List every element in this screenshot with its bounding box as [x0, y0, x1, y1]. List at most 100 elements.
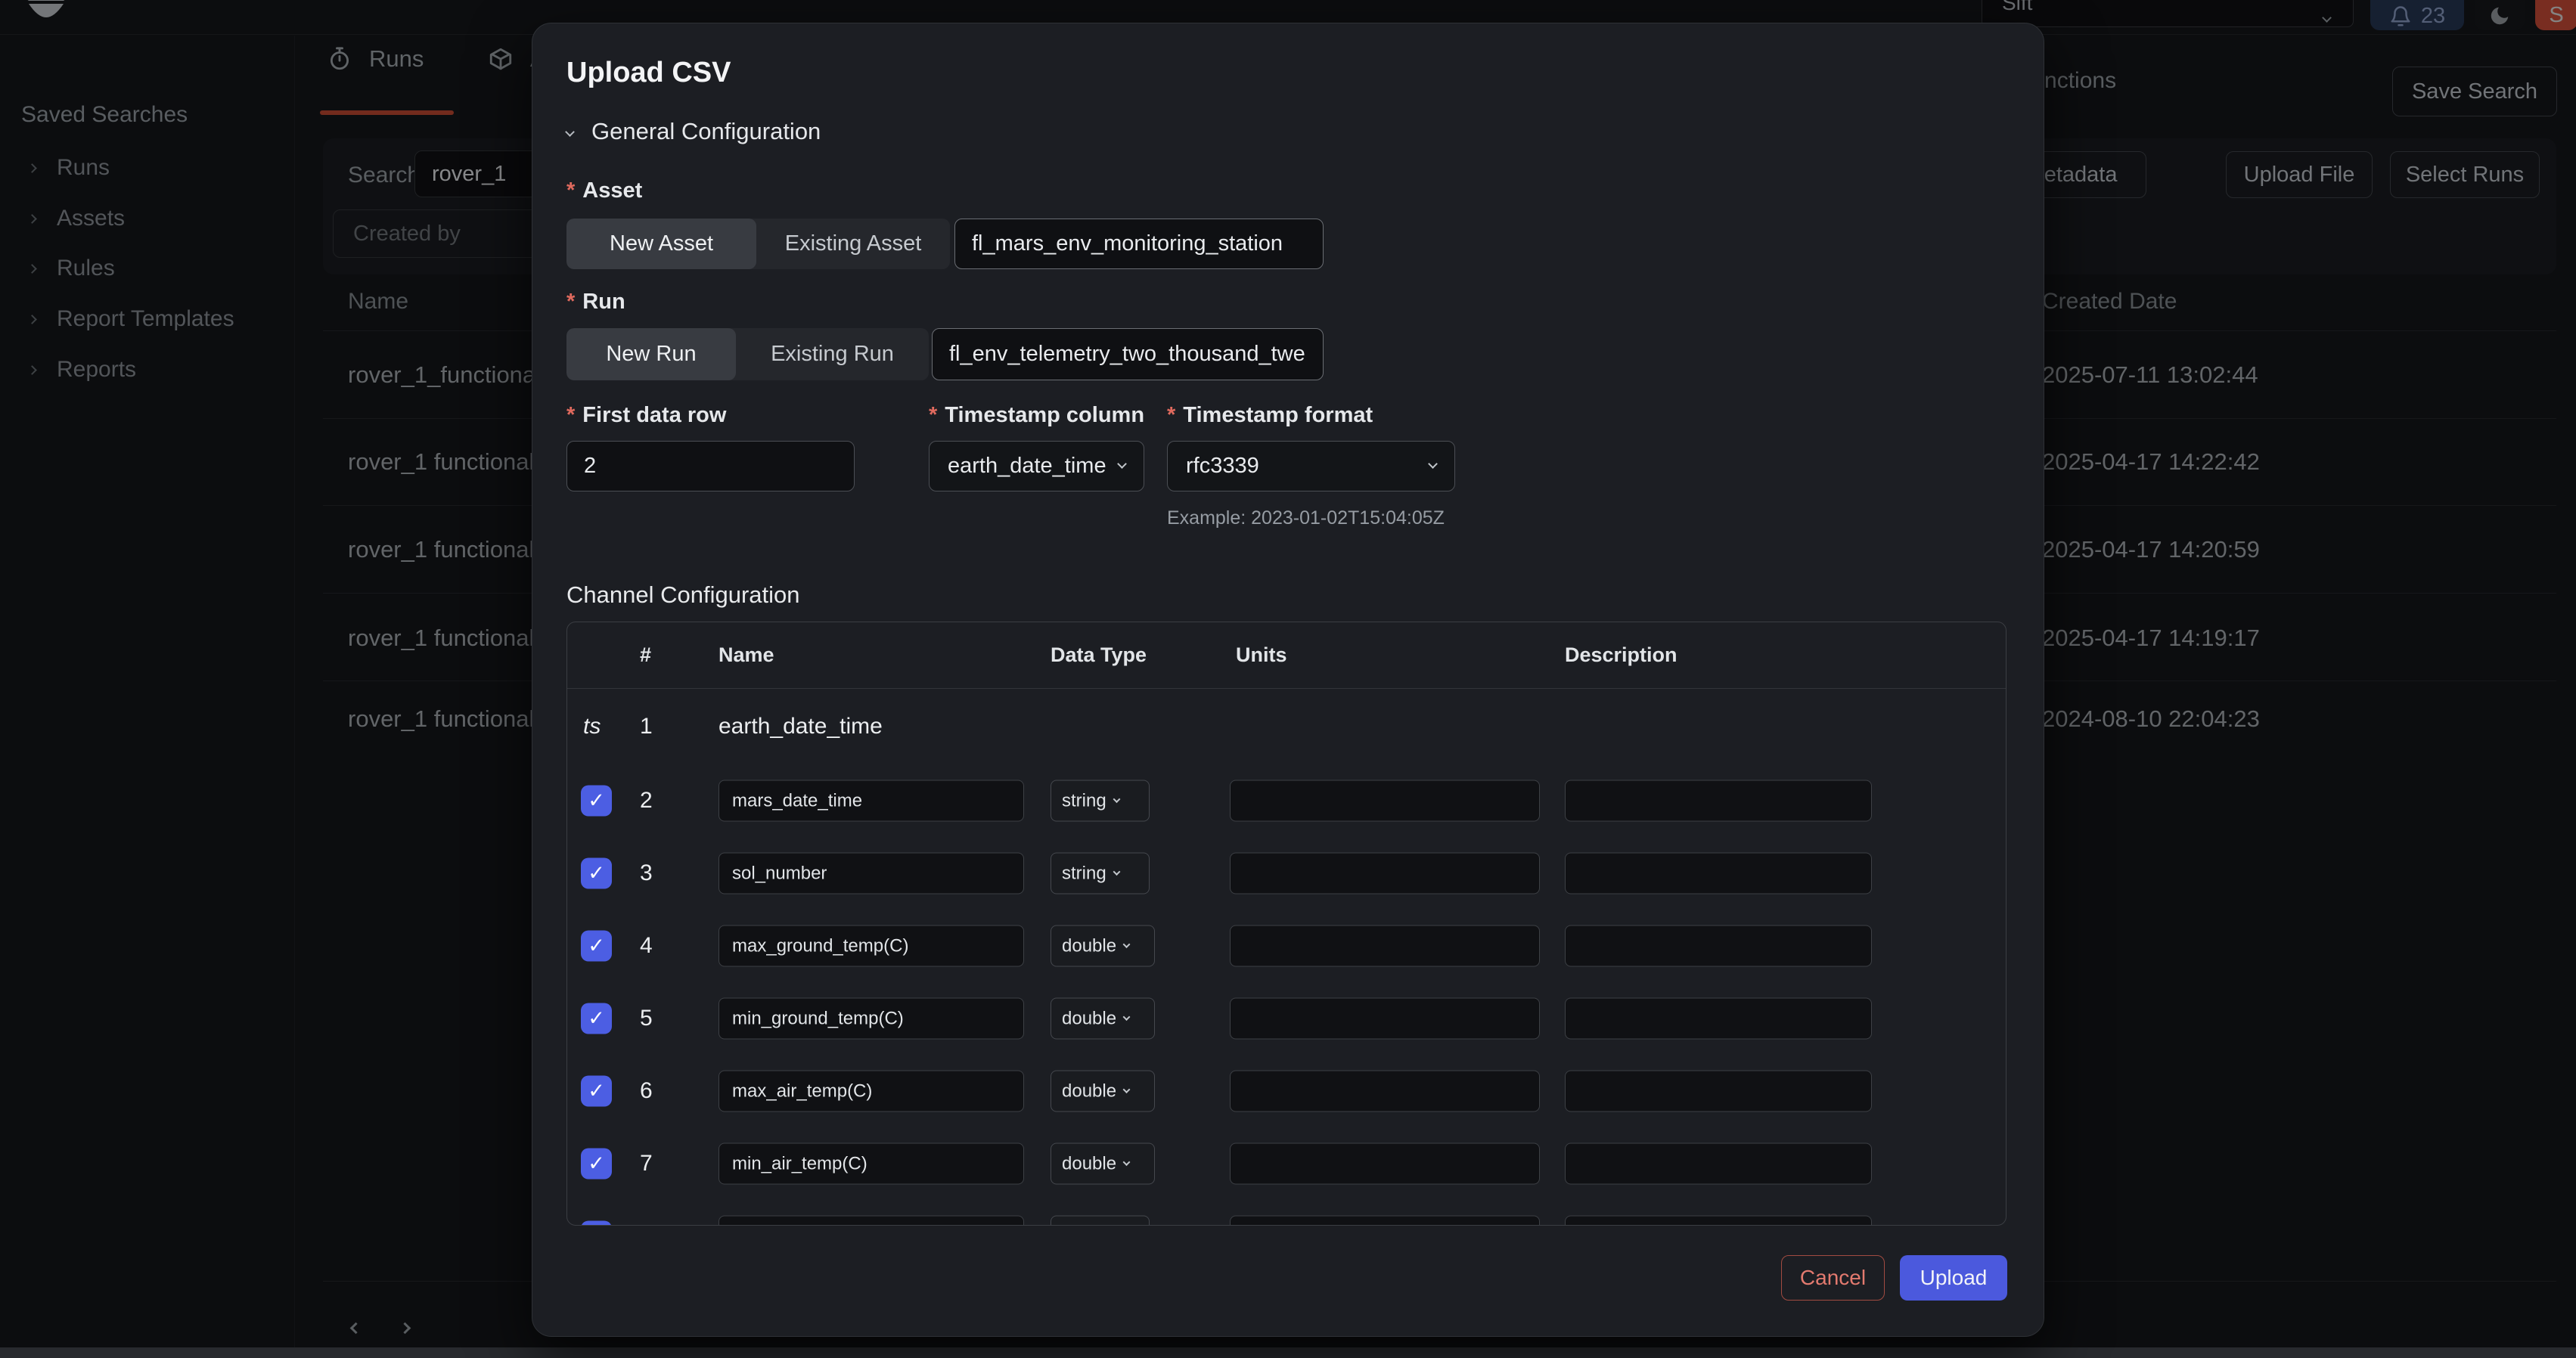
chevron-down-icon — [1123, 1086, 1131, 1093]
modal-title: Upload CSV — [566, 57, 731, 89]
channel-name-input[interactable] — [718, 780, 1024, 822]
timestamp-format-select[interactable]: rfc3339 — [1167, 441, 1455, 491]
new-run-button[interactable]: New Run — [566, 328, 736, 380]
data-type-select[interactable]: double — [1051, 998, 1155, 1040]
asset-name-input[interactable] — [954, 219, 1324, 269]
chevron-down-icon — [1123, 941, 1131, 948]
data-type-select[interactable] — [1051, 1216, 1150, 1226]
data-type-select[interactable]: string — [1051, 853, 1150, 894]
channel-row: ✓ 3 string — [567, 837, 2006, 910]
asset-mode-toggle: New Asset Existing Asset — [566, 219, 950, 269]
channel-row: ✓ 6 double — [567, 1055, 2006, 1127]
units-input[interactable] — [1230, 1071, 1540, 1112]
units-input[interactable] — [1230, 998, 1540, 1040]
data-type-select[interactable]: double — [1051, 1143, 1155, 1185]
channel-name-input[interactable] — [718, 1216, 1024, 1226]
channel-row: ✓ 5 double — [567, 982, 2006, 1055]
description-input[interactable] — [1565, 853, 1872, 894]
horizontal-scrollbar[interactable] — [0, 1347, 2576, 1358]
row-number: 7 — [640, 1151, 653, 1177]
description-header: Description — [1565, 643, 1678, 667]
data-type-select[interactable]: string — [1051, 780, 1150, 822]
run-label: * Run — [566, 290, 625, 315]
required-asterisk: * — [566, 178, 575, 203]
data-type-header: Data Type — [1051, 643, 1147, 667]
channel-checkbox[interactable]: ✓ — [581, 931, 612, 962]
timestamp-column-value: earth_date_time — [948, 454, 1106, 479]
channel-table: # Name Data Type Units Description ts 1 … — [566, 622, 2006, 1226]
first-data-row-input[interactable] — [566, 441, 855, 491]
asset-label: * Asset — [566, 178, 642, 203]
description-input[interactable] — [1565, 1143, 1872, 1185]
ts-marker: ts — [583, 714, 601, 739]
units-input[interactable] — [1230, 1143, 1540, 1185]
channel-checkbox[interactable]: ✓ — [581, 1003, 612, 1034]
channel-name-input[interactable] — [718, 1071, 1024, 1112]
units-input[interactable] — [1230, 780, 1540, 822]
channel-checkbox[interactable]: ✓ — [581, 1076, 612, 1107]
channel-row-timestamp: ts 1 earth_date_time — [567, 689, 2006, 764]
channel-name-input[interactable] — [718, 925, 1024, 967]
required-asterisk: * — [929, 403, 937, 428]
row-number: 3 — [640, 860, 653, 886]
row-number: 6 — [640, 1078, 653, 1104]
upload-csv-modal: Upload CSV General Configuration * Asset… — [532, 23, 2044, 1337]
chevron-down-icon — [1113, 795, 1120, 803]
num-header: # — [640, 643, 651, 667]
name-header: Name — [718, 643, 774, 667]
upload-button[interactable]: Upload — [1900, 1255, 2007, 1301]
chevron-down-icon — [565, 127, 575, 137]
channel-row: ✓ 2 string — [567, 764, 2006, 837]
channel-checkbox[interactable]: ✓ — [581, 858, 612, 889]
existing-asset-button[interactable]: Existing Asset — [756, 219, 950, 269]
channel-checkbox[interactable]: ✓ — [581, 1149, 612, 1180]
description-input[interactable] — [1565, 780, 1872, 822]
channel-name: earth_date_time — [718, 714, 883, 739]
timestamp-format-label: * Timestamp format — [1167, 403, 1373, 428]
description-input[interactable] — [1565, 1071, 1872, 1112]
channel-name-input[interactable] — [718, 1143, 1024, 1185]
cancel-button[interactable]: Cancel — [1781, 1255, 1885, 1301]
row-number: 4 — [640, 933, 653, 959]
general-configuration-toggle[interactable]: General Configuration — [566, 118, 821, 145]
new-asset-button[interactable]: New Asset — [566, 219, 756, 269]
channel-configuration-heading: Channel Configuration — [566, 581, 800, 609]
timestamp-example: Example: 2023-01-02T15:04:05Z — [1167, 507, 1445, 529]
chevron-down-icon — [1117, 459, 1127, 469]
data-type-select[interactable]: double — [1051, 925, 1155, 967]
channel-name-input[interactable] — [718, 998, 1024, 1040]
app-root: Sift 23 S Saved Searches Runs — [0, 0, 2576, 1358]
data-type-select[interactable]: double — [1051, 1071, 1155, 1112]
required-asterisk: * — [1167, 403, 1175, 428]
chevron-down-icon — [1123, 1158, 1131, 1166]
channel-checkbox[interactable]: ✓ — [581, 1221, 612, 1226]
timestamp-column-label: * Timestamp column — [929, 403, 1144, 428]
channel-row: ✓ 7 double — [567, 1127, 2006, 1200]
channel-row: ✓ 4 double — [567, 910, 2006, 982]
chevron-down-icon — [1113, 868, 1120, 876]
description-input[interactable] — [1565, 1216, 1872, 1226]
channel-row: ✓ — [567, 1200, 2006, 1226]
run-name-input[interactable] — [932, 328, 1324, 380]
chevron-down-icon — [1123, 1013, 1131, 1021]
units-header: Units — [1236, 643, 1287, 667]
channel-checkbox[interactable]: ✓ — [581, 786, 612, 817]
units-input[interactable] — [1230, 925, 1540, 967]
first-data-row-label: * First data row — [566, 403, 726, 428]
description-input[interactable] — [1565, 925, 1872, 967]
units-input[interactable] — [1230, 1216, 1540, 1226]
timestamp-column-select[interactable]: earth_date_time — [929, 441, 1144, 491]
section-label: General Configuration — [591, 118, 821, 145]
description-input[interactable] — [1565, 998, 1872, 1040]
existing-run-button[interactable]: Existing Run — [736, 328, 929, 380]
row-number: 5 — [640, 1006, 653, 1031]
row-number: 1 — [640, 714, 653, 739]
required-asterisk: * — [566, 403, 575, 428]
channel-name-input[interactable] — [718, 853, 1024, 894]
run-mode-toggle: New Run Existing Run — [566, 328, 929, 380]
chevron-down-icon — [1428, 459, 1438, 469]
row-number: 2 — [640, 788, 653, 814]
required-asterisk: * — [566, 290, 575, 315]
units-input[interactable] — [1230, 853, 1540, 894]
channel-table-header: # Name Data Type Units Description — [567, 622, 2006, 689]
